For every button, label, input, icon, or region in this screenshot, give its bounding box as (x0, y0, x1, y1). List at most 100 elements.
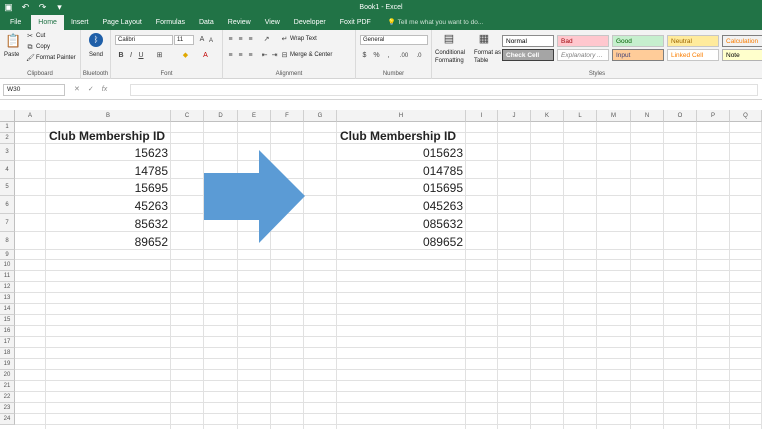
formula-input[interactable] (130, 84, 758, 96)
row-header-11[interactable]: 11 (0, 271, 15, 282)
column-header-M[interactable]: M (597, 110, 631, 122)
conditional-formatting-button-line2[interactable]: Formatting (435, 58, 464, 64)
cell-style-input[interactable]: Input (612, 49, 664, 61)
row-header-16[interactable]: 16 (0, 326, 15, 337)
row-header-24[interactable]: 24 (0, 414, 15, 425)
wrap-text-icon[interactable]: ↵ (280, 35, 289, 45)
font-size-select[interactable]: 11 (174, 35, 194, 45)
grow-font-icon[interactable]: A (198, 35, 206, 45)
row-header-1[interactable]: 1 (0, 122, 15, 133)
format-painter-button[interactable]: Format Painter (36, 55, 76, 61)
align-center-icon[interactable]: ≡ (236, 51, 245, 61)
format-as-table-icon[interactable]: ▦ (477, 32, 491, 46)
column-header-K[interactable]: K (531, 110, 564, 122)
cell-b8[interactable]: 89652 (46, 235, 168, 249)
name-box[interactable]: W30 (3, 84, 65, 96)
cell-b4[interactable]: 14785 (46, 164, 168, 178)
decrease-indent-icon[interactable]: ⇤ (260, 51, 269, 61)
cell-style-note[interactable]: Note (722, 49, 762, 61)
cell-b5[interactable]: 15695 (46, 181, 168, 195)
cell-h7[interactable]: 085632 (337, 217, 463, 231)
cut-button[interactable]: Cut (36, 33, 45, 39)
tab-file[interactable]: File (0, 15, 31, 30)
row-header-17[interactable]: 17 (0, 337, 15, 348)
conditional-formatting-icon[interactable]: ▤ (442, 32, 456, 46)
cell-h5[interactable]: 015695 (337, 181, 463, 195)
row-header-8[interactable]: 8 (0, 232, 15, 250)
column-header-D[interactable]: D (204, 110, 238, 122)
orientation-icon[interactable]: ↗ (262, 35, 271, 45)
cell-style-normal[interactable]: Normal (502, 35, 554, 47)
column-header-I[interactable]: I (466, 110, 498, 122)
row-header-7[interactable]: 7 (0, 214, 15, 232)
underline-button[interactable]: U (137, 51, 145, 61)
tab-data[interactable]: Data (192, 15, 221, 30)
column-header-C[interactable]: C (171, 110, 204, 122)
cell-h4[interactable]: 014785 (337, 164, 463, 178)
paste-button[interactable]: Paste (4, 52, 19, 58)
row-header-6[interactable]: 6 (0, 196, 15, 214)
row-header-14[interactable]: 14 (0, 304, 15, 315)
tab-view[interactable]: View (258, 15, 287, 30)
tab-formulas[interactable]: Formulas (149, 15, 192, 30)
cell-b7[interactable]: 85632 (46, 217, 168, 231)
cell-h6[interactable]: 045263 (337, 199, 463, 213)
cancel-icon[interactable]: ✕ (74, 84, 80, 96)
column-header-J[interactable]: J (498, 110, 531, 122)
cell-style-neutral[interactable]: Neutral (667, 35, 719, 47)
row-header-5[interactable]: 5 (0, 179, 15, 196)
column-header-P[interactable]: P (697, 110, 730, 122)
align-right-icon[interactable]: ≡ (246, 51, 255, 61)
number-format-select[interactable]: General (360, 35, 428, 45)
wrap-text-button[interactable]: Wrap Text (290, 36, 317, 42)
borders-icon[interactable]: ⊞ (155, 51, 164, 61)
increase-decimal-button[interactable]: .00 (398, 51, 410, 61)
cell-style-bad[interactable]: Bad (557, 35, 609, 47)
cell-style-linked-cell[interactable]: Linked Cell (667, 49, 719, 61)
cell-style-check-cell[interactable]: Check Cell (502, 49, 554, 61)
cell-h8[interactable]: 089652 (337, 235, 463, 249)
tab-insert[interactable]: Insert (64, 15, 96, 30)
column-header-O[interactable]: O (664, 110, 697, 122)
cell-b3[interactable]: 15623 (46, 146, 168, 160)
column-header-F[interactable]: F (271, 110, 304, 122)
worksheet-grid[interactable]: ABCDEFGHIJKLMNOPQ 1 2 3 4 5 6 7 8 9 10 11 12 13 14 15 1… (0, 110, 762, 429)
tell-me-search[interactable]: 💡 Tell me what you want to do... (378, 15, 483, 30)
row-header-20[interactable]: 20 (0, 370, 15, 381)
row-header-21[interactable]: 21 (0, 381, 15, 392)
row-header-4[interactable]: 4 (0, 161, 15, 179)
cell-h2-header[interactable]: Club Membership ID (340, 129, 456, 143)
column-header-Q[interactable]: Q (730, 110, 762, 122)
row-header-13[interactable]: 13 (0, 293, 15, 304)
currency-button[interactable]: $ (360, 51, 369, 61)
column-header-B[interactable]: B (46, 110, 171, 122)
column-header-G[interactable]: G (304, 110, 337, 122)
insert-function-icon[interactable]: fx (102, 84, 107, 96)
tab-page-layout[interactable]: Page Layout (95, 15, 148, 30)
tab-home[interactable]: Home (31, 15, 64, 30)
cell-style-calculation[interactable]: Calculation (722, 35, 762, 47)
bold-button[interactable]: B (117, 51, 125, 61)
column-header-N[interactable]: N (631, 110, 664, 122)
format-as-table-button-line2[interactable]: Table (474, 58, 488, 64)
tab-foxit-pdf[interactable]: Foxit PDF (333, 15, 378, 30)
cell-style-good[interactable]: Good (612, 35, 664, 47)
fill-color-icon[interactable]: ◆ (181, 51, 190, 61)
column-header-H[interactable]: H (337, 110, 466, 122)
shrink-font-icon[interactable]: A (207, 36, 215, 46)
row-header-2[interactable]: 2 (0, 133, 15, 144)
copy-button[interactable]: Copy (36, 44, 50, 50)
increase-indent-icon[interactable]: ⇥ (270, 51, 279, 61)
font-color-icon[interactable]: A (201, 51, 210, 61)
bluetooth-icon[interactable]: ᛒ (89, 33, 103, 47)
column-header-A[interactable]: A (15, 110, 46, 122)
row-header-23[interactable]: 23 (0, 403, 15, 414)
column-header-E[interactable]: E (238, 110, 271, 122)
cell-style-explanatory[interactable]: Explanatory ... (557, 49, 609, 61)
tab-developer[interactable]: Developer (287, 15, 333, 30)
row-header-15[interactable]: 15 (0, 315, 15, 326)
row-header-19[interactable]: 19 (0, 359, 15, 370)
format-as-table-button-line1[interactable]: Format as (474, 50, 501, 56)
align-top-icon[interactable]: ≡ (226, 35, 235, 45)
merge-center-button[interactable]: Merge & Center (290, 52, 332, 58)
